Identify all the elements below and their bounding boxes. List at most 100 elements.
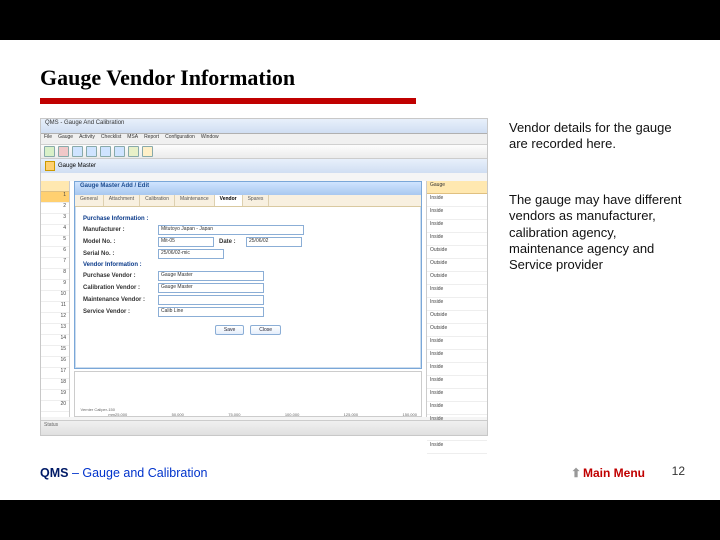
menu-item[interactable]: Gauge <box>58 134 73 144</box>
left-number-list: 1 234567891011121314151617181920 <box>41 181 70 417</box>
list-item[interactable]: 6 <box>41 247 69 258</box>
dialog-tabs: General Attachment Calibration Maintenan… <box>75 195 421 207</box>
app-subheader: Gauge Master <box>41 159 487 173</box>
footer-text: QMS – Gauge and Calibration <box>40 466 207 480</box>
list-item[interactable]: Outside <box>427 246 487 259</box>
list-item[interactable]: 15 <box>41 346 69 357</box>
list-item[interactable]: 7 <box>41 258 69 269</box>
list-item[interactable]: 4 <box>41 225 69 236</box>
lbl-serial: Serial No. : <box>83 251 153 257</box>
tick: 50.000 <box>172 412 184 417</box>
tab-calibration[interactable]: Calibration <box>140 195 175 206</box>
footer-prefix: QMS <box>40 466 68 480</box>
list-item[interactable]: Inside <box>427 389 487 402</box>
save-button[interactable]: Save <box>215 325 244 335</box>
tab-maintenance[interactable]: Maintenance <box>175 195 215 206</box>
list-item[interactable]: Inside <box>427 298 487 311</box>
list-item[interactable]: Inside <box>427 285 487 298</box>
maintenance-vendor-field[interactable] <box>158 295 264 305</box>
list-item[interactable]: 11 <box>41 302 69 313</box>
nav-last-icon[interactable] <box>114 146 125 157</box>
main-menu-label: Main Menu <box>583 466 645 480</box>
list-item[interactable]: 3 <box>41 214 69 225</box>
right-list: Gauge InsideInsideInsideInsideOutsideOut… <box>426 181 487 417</box>
chart-xlabel: Vernier Caliper-150 mm <box>75 407 117 417</box>
tab-vendor[interactable]: Vendor <box>215 195 243 206</box>
nav-first-icon[interactable] <box>72 146 83 157</box>
list-item[interactable]: 8 <box>41 269 69 280</box>
list-item[interactable]: 2 <box>41 203 69 214</box>
list-item[interactable]: Outside <box>427 324 487 337</box>
page-number: 12 <box>672 464 685 478</box>
add-icon[interactable] <box>44 146 55 157</box>
left-list-header <box>41 181 69 192</box>
menu-item[interactable]: MSA <box>127 134 138 144</box>
list-item[interactable]: 5 <box>41 236 69 247</box>
list-item[interactable]: Inside <box>427 441 487 454</box>
menu-item[interactable]: Activity <box>79 134 95 144</box>
nav-next-icon[interactable] <box>100 146 111 157</box>
app-screenshot: QMS - Gauge And Calibration File Gauge A… <box>40 118 488 436</box>
lbl-calibration-vendor: Calibration Vendor : <box>83 285 153 291</box>
menu-item[interactable]: File <box>44 134 52 144</box>
list-item[interactable]: 17 <box>41 368 69 379</box>
subheader-text: Gauge Master <box>58 163 96 169</box>
tick: 75.000 <box>228 412 240 417</box>
list-item[interactable]: 20 <box>41 401 69 412</box>
serial-field[interactable]: 25/06/02-mic <box>158 249 224 259</box>
list-item[interactable]: 16 <box>41 357 69 368</box>
list-item[interactable]: 10 <box>41 291 69 302</box>
list-item[interactable]: Inside <box>427 376 487 389</box>
list-item[interactable]: Inside <box>427 402 487 415</box>
tick: 100.000 <box>285 412 299 417</box>
list-item[interactable]: 9 <box>41 280 69 291</box>
up-arrow-icon: ⬆ <box>571 466 581 480</box>
menu-item[interactable]: Checklist <box>101 134 121 144</box>
manufacturer-field[interactable]: Mitutoyo Japan - Japan <box>158 225 304 235</box>
list-item[interactable]: 13 <box>41 324 69 335</box>
tab-spares[interactable]: Spares <box>243 195 270 206</box>
menu-item[interactable]: Configuration <box>165 134 195 144</box>
list-item[interactable]: Inside <box>427 220 487 233</box>
dialog-title: Gauge Master Add / Edit <box>75 182 421 195</box>
list-item[interactable]: Inside <box>427 363 487 376</box>
list-item[interactable]: 1 <box>41 192 69 203</box>
tool-icon[interactable] <box>142 146 153 157</box>
nav-prev-icon[interactable] <box>86 146 97 157</box>
list-item[interactable]: 14 <box>41 335 69 346</box>
lbl-model: Model No. : <box>83 239 153 245</box>
gauge-icon <box>45 161 55 171</box>
list-item[interactable]: Inside <box>427 207 487 220</box>
menu-item[interactable]: Report <box>144 134 159 144</box>
list-item[interactable]: Inside <box>427 337 487 350</box>
calibration-vendor-field[interactable]: Gauge Master <box>158 283 264 293</box>
status-bar: Status <box>41 420 487 435</box>
delete-icon[interactable] <box>58 146 69 157</box>
app-window-title: QMS - Gauge And Calibration <box>41 119 487 134</box>
refresh-icon[interactable] <box>128 146 139 157</box>
app-toolbar <box>41 145 487 159</box>
model-field[interactable]: Mit-05 <box>158 237 214 247</box>
lbl-purchase-vendor: Purchase Vendor : <box>83 273 153 279</box>
lbl-date: Date : <box>219 239 241 245</box>
service-vendor-field[interactable]: Calib Line <box>158 307 264 317</box>
list-item[interactable]: Inside <box>427 233 487 246</box>
list-item[interactable]: 19 <box>41 390 69 401</box>
app-menu-bar: File Gauge Activity Checklist MSA Report… <box>41 134 487 145</box>
list-item[interactable]: Inside <box>427 194 487 207</box>
list-item[interactable]: Outside <box>427 259 487 272</box>
list-item[interactable]: Outside <box>427 311 487 324</box>
menu-item[interactable]: Window <box>201 134 219 144</box>
main-menu-link[interactable]: ⬆Main Menu <box>571 466 645 480</box>
close-button[interactable]: Close <box>250 325 281 335</box>
purchase-vendor-field[interactable]: Gauge Master <box>158 271 264 281</box>
list-item[interactable]: Outside <box>427 272 487 285</box>
tab-general[interactable]: General <box>75 195 104 206</box>
list-item[interactable]: 12 <box>41 313 69 324</box>
date-field[interactable]: 25/06/02 <box>246 237 302 247</box>
list-item[interactable]: 18 <box>41 379 69 390</box>
bottom-chart: Vernier Caliper-150 mm 25.000 50.000 75.… <box>74 371 422 417</box>
list-item[interactable]: Inside <box>427 350 487 363</box>
tick: 25.000 <box>115 412 127 417</box>
tab-attachment[interactable]: Attachment <box>104 195 140 206</box>
